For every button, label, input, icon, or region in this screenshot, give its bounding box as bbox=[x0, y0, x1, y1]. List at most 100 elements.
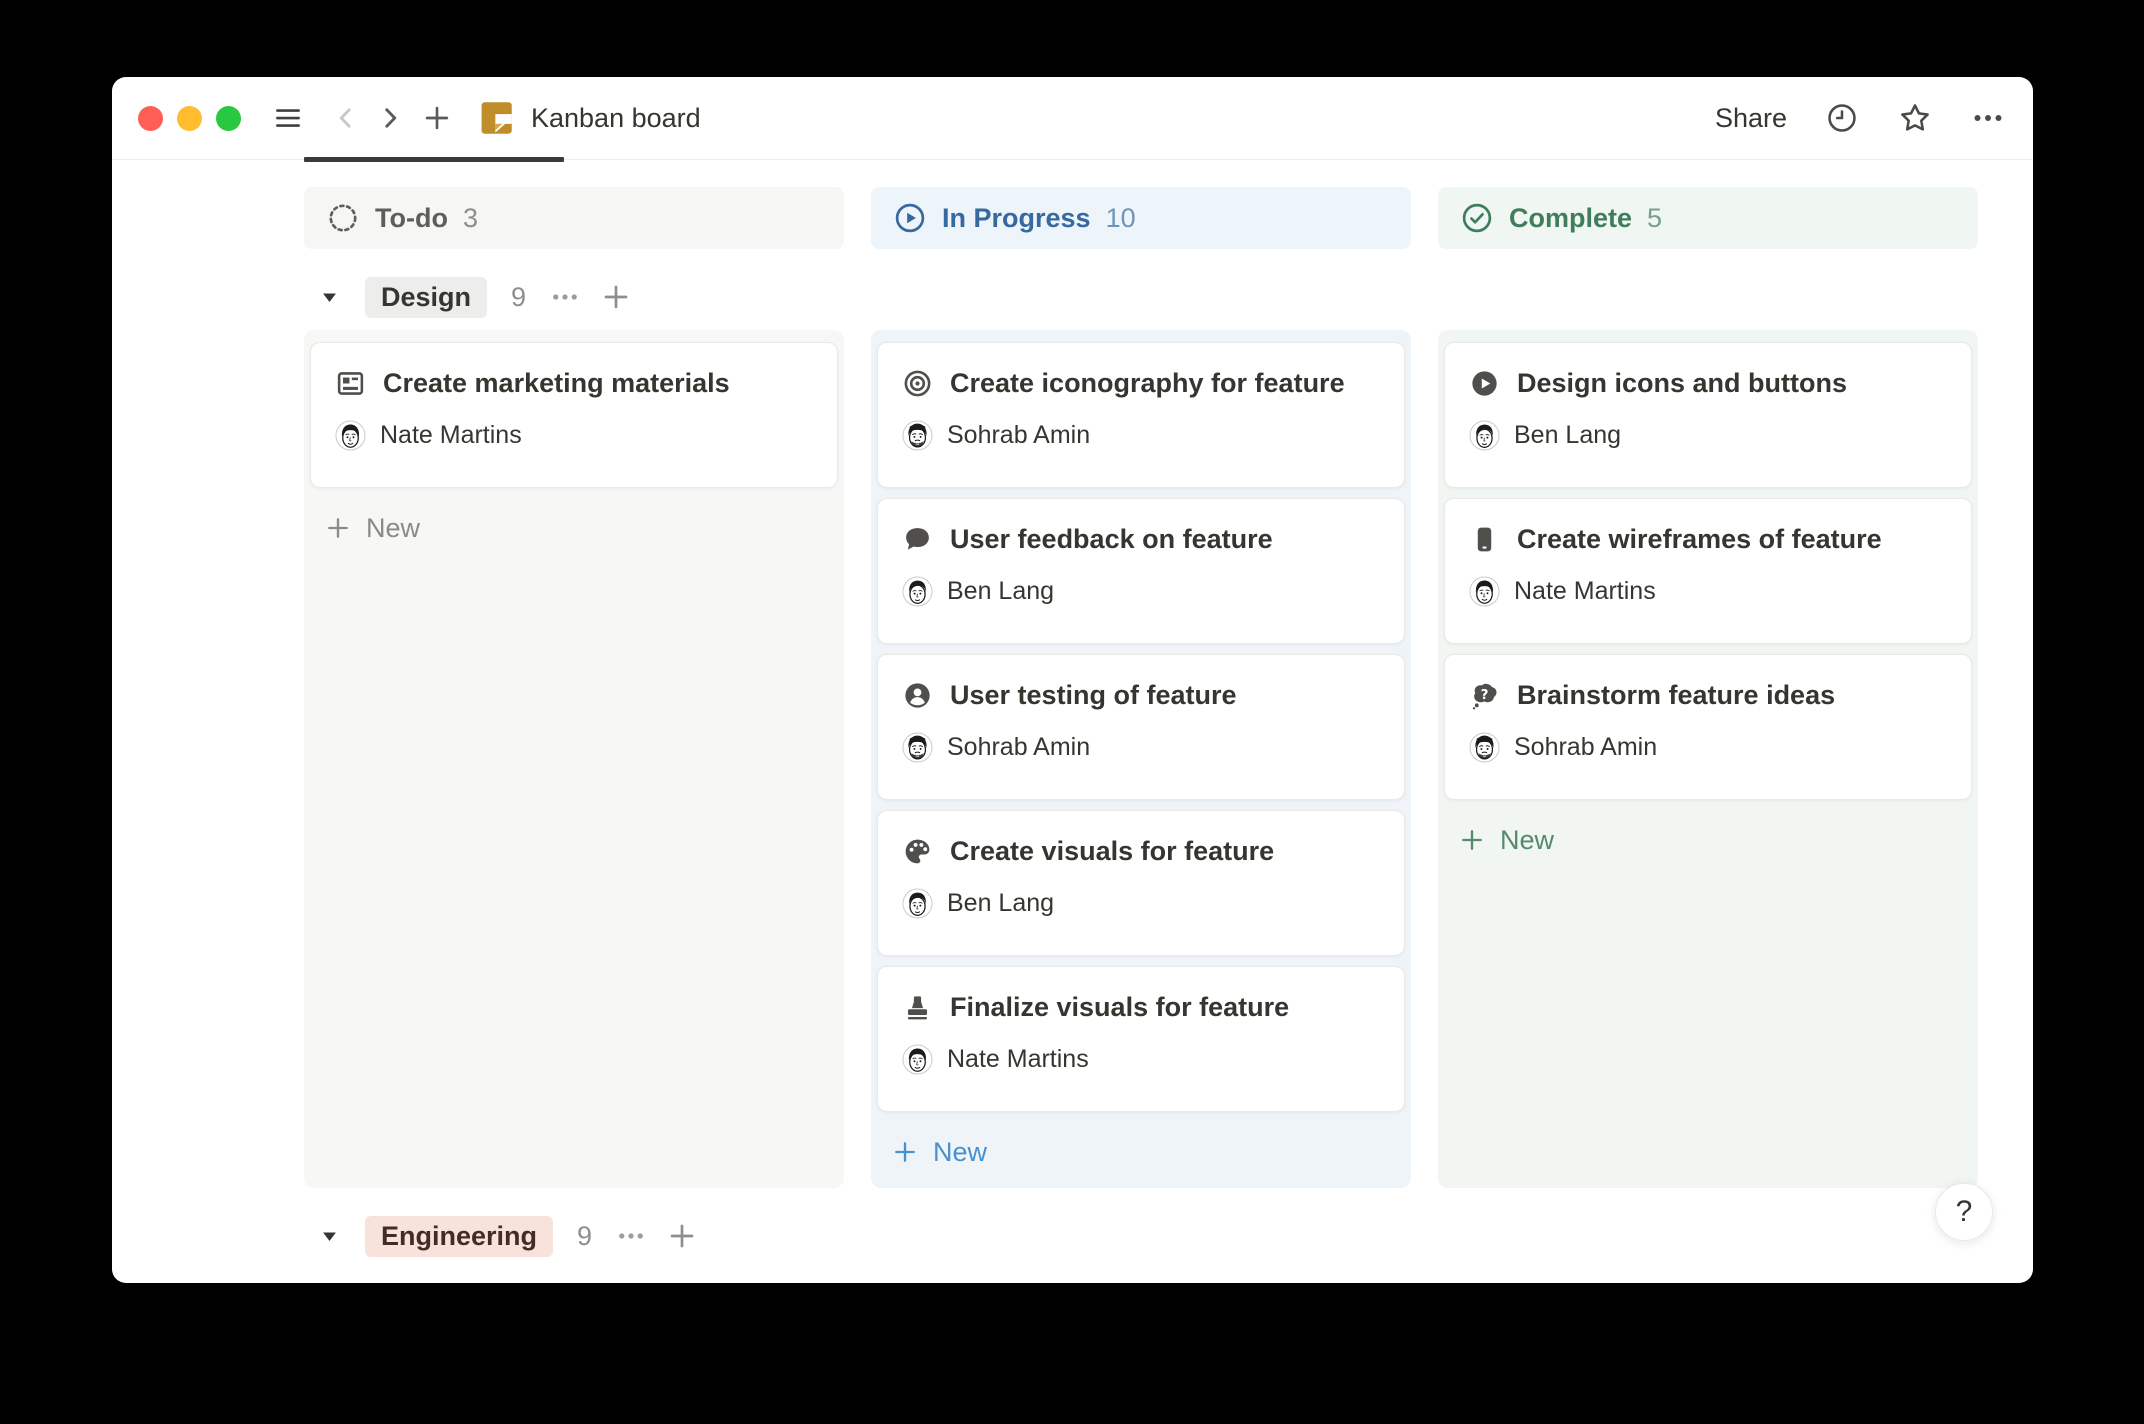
new-card-button[interactable]: New bbox=[891, 1130, 1405, 1174]
assignee-name: Nate Martins bbox=[1514, 577, 1656, 606]
column-header-in-progress[interactable]: In Progress 10 bbox=[871, 187, 1411, 249]
plus-icon bbox=[891, 1138, 919, 1166]
group-options-icon[interactable] bbox=[550, 282, 580, 312]
column-header-complete[interactable]: Complete 5 bbox=[1438, 187, 1978, 249]
avatar bbox=[902, 888, 933, 919]
close-window-button[interactable] bbox=[138, 106, 163, 131]
target-icon bbox=[902, 368, 933, 399]
new-card-button[interactable]: New bbox=[324, 506, 838, 550]
chevron-left-icon[interactable] bbox=[331, 103, 361, 133]
card-create-marketing-materials[interactable]: Create marketing materials Nate Martins bbox=[310, 342, 838, 488]
column-count: 5 bbox=[1647, 203, 1662, 234]
toolbar: Kanban board Share bbox=[112, 77, 2033, 160]
assignee-name: Sohrab Amin bbox=[1514, 733, 1657, 762]
user-circle-icon bbox=[902, 680, 933, 711]
avatar bbox=[1469, 576, 1500, 607]
assignee-row: Ben Lang bbox=[1469, 420, 1945, 451]
play-circle-icon bbox=[1469, 368, 1500, 399]
assignee-name: Ben Lang bbox=[1514, 421, 1621, 450]
card-title: Create wireframes of feature bbox=[1517, 524, 1882, 555]
avatar bbox=[902, 420, 933, 451]
card-create-iconography[interactable]: Create iconography for feature Sohrab Am… bbox=[877, 342, 1405, 488]
new-label: New bbox=[366, 513, 420, 544]
card-title: Create visuals for feature bbox=[950, 836, 1274, 867]
card-title: User feedback on feature bbox=[950, 524, 1273, 555]
card-title: Finalize visuals for feature bbox=[950, 992, 1289, 1023]
group-count: 9 bbox=[511, 282, 526, 313]
card-title: User testing of feature bbox=[950, 680, 1237, 711]
assignee-row: Nate Martins bbox=[902, 1044, 1378, 1075]
play-circle-outline-icon bbox=[893, 201, 927, 235]
columns-row: Create marketing materials Nate Martins … bbox=[304, 330, 2033, 1188]
column-count: 10 bbox=[1106, 203, 1136, 234]
assignee-name: Sohrab Amin bbox=[947, 421, 1090, 450]
card-user-testing[interactable]: User testing of feature Sohrab Amin bbox=[877, 654, 1405, 800]
group-options-icon[interactable] bbox=[616, 1221, 646, 1251]
app-window: Kanban board Share To-do 3 bbox=[112, 77, 2033, 1283]
group-chip-design[interactable]: Design bbox=[365, 277, 487, 318]
avatar bbox=[902, 1044, 933, 1075]
group-header-design: Design 9 bbox=[320, 273, 2033, 321]
card-brainstorm-ideas[interactable]: Brainstorm feature ideas Sohrab Amin bbox=[1444, 654, 1972, 800]
group-chip-engineering[interactable]: Engineering bbox=[365, 1216, 553, 1257]
plus-icon bbox=[324, 514, 352, 542]
status-header-row: To-do 3 In Progress 10 Complete 5 bbox=[304, 187, 2033, 249]
column-label: To-do bbox=[375, 203, 448, 234]
column-label: Complete bbox=[1509, 203, 1632, 234]
assignee-row: Ben Lang bbox=[902, 888, 1378, 919]
card-create-wireframes[interactable]: Create wireframes of feature Nate Martin… bbox=[1444, 498, 1972, 644]
card-title: Create marketing materials bbox=[383, 368, 730, 399]
card-create-visuals[interactable]: Create visuals for feature Ben Lang bbox=[877, 810, 1405, 956]
assignee-row: Sohrab Amin bbox=[902, 732, 1378, 763]
new-label: New bbox=[933, 1137, 987, 1168]
ellipsis-icon[interactable] bbox=[1971, 101, 2005, 135]
clock-icon[interactable] bbox=[1825, 101, 1859, 135]
assignee-row: Nate Martins bbox=[335, 420, 811, 451]
mobile-phone-icon bbox=[1469, 524, 1500, 555]
stamp-icon bbox=[902, 992, 933, 1023]
column-todo: Create marketing materials Nate Martins … bbox=[304, 330, 844, 1188]
hamburger-icon[interactable] bbox=[273, 103, 303, 133]
kanban-board: To-do 3 In Progress 10 Complete 5 Design… bbox=[112, 160, 2033, 1260]
new-page-plus-icon[interactable] bbox=[421, 102, 453, 134]
group-count: 9 bbox=[577, 1221, 592, 1252]
star-icon[interactable] bbox=[1897, 100, 1933, 136]
chevron-right-icon[interactable] bbox=[375, 103, 405, 133]
avatar bbox=[902, 576, 933, 607]
thought-bubble-icon bbox=[1469, 680, 1500, 711]
card-design-icons-buttons[interactable]: Design icons and buttons Ben Lang bbox=[1444, 342, 1972, 488]
assignee-name: Nate Martins bbox=[380, 421, 522, 450]
assignee-name: Ben Lang bbox=[947, 577, 1054, 606]
avatar bbox=[902, 732, 933, 763]
assignee-row: Nate Martins bbox=[1469, 576, 1945, 607]
collapse-triangle-icon[interactable] bbox=[320, 1227, 339, 1246]
assignee-name: Ben Lang bbox=[947, 889, 1054, 918]
avatar bbox=[1469, 732, 1500, 763]
share-button[interactable]: Share bbox=[1715, 103, 1787, 134]
palette-icon bbox=[902, 836, 933, 867]
avatar bbox=[1469, 420, 1500, 451]
column-count: 3 bbox=[463, 203, 478, 234]
group-add-icon[interactable] bbox=[666, 1220, 698, 1252]
maximize-window-button[interactable] bbox=[216, 106, 241, 131]
column-label: In Progress bbox=[942, 203, 1091, 234]
group-add-icon[interactable] bbox=[600, 281, 632, 313]
avatar bbox=[335, 420, 366, 451]
help-button[interactable]: ? bbox=[1935, 1183, 1993, 1241]
column-in-progress: Create iconography for feature Sohrab Am… bbox=[871, 330, 1411, 1188]
newspaper-icon bbox=[335, 368, 366, 399]
page-title[interactable]: Kanban board bbox=[531, 103, 701, 134]
assignee-name: Sohrab Amin bbox=[947, 733, 1090, 762]
card-finalize-visuals[interactable]: Finalize visuals for feature Nate Martin… bbox=[877, 966, 1405, 1112]
check-circle-icon bbox=[1460, 201, 1494, 235]
assignee-row: Sohrab Amin bbox=[902, 420, 1378, 451]
card-user-feedback[interactable]: User feedback on feature Ben Lang bbox=[877, 498, 1405, 644]
assignee-name: Nate Martins bbox=[947, 1045, 1089, 1074]
new-card-button[interactable]: New bbox=[1458, 818, 1972, 862]
plus-icon bbox=[1458, 826, 1486, 854]
collapse-triangle-icon[interactable] bbox=[320, 288, 339, 307]
minimize-window-button[interactable] bbox=[177, 106, 202, 131]
assignee-row: Ben Lang bbox=[902, 576, 1378, 607]
card-title: Create iconography for feature bbox=[950, 368, 1345, 399]
column-header-todo[interactable]: To-do 3 bbox=[304, 187, 844, 249]
